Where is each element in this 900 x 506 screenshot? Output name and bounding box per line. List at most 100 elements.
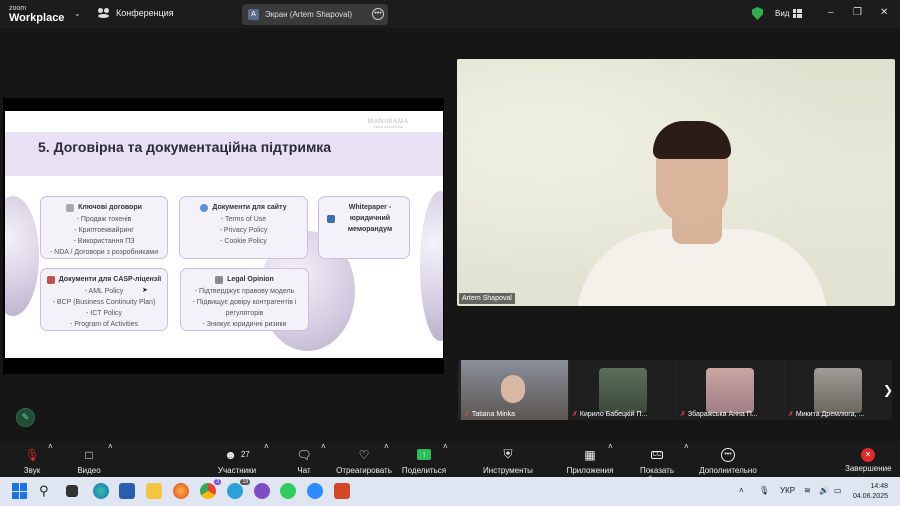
more-label: Дополнительно: [699, 466, 757, 475]
chevron-down-icon[interactable]: ⌄: [74, 9, 81, 18]
decor-shape: [420, 191, 443, 341]
card-item: - AML Policy: [84, 288, 124, 295]
more-button[interactable]: ••• Дополнительно: [699, 442, 757, 475]
chrome-icon[interactable]: 3: [200, 479, 221, 499]
apps-icon: ▦: [584, 447, 596, 462]
meeting-toolbar: 🎙 Звук ˄ □ Видео ˄ ☻ 27 Участники ˄ 🗨 Чат…: [0, 442, 900, 484]
participant-video: [814, 368, 862, 413]
card-item: - Privacy Policy: [219, 227, 268, 234]
react-options-chevron-icon[interactable]: ˄: [384, 442, 389, 451]
view-label: Вид: [775, 9, 790, 18]
video-button[interactable]: □ Видео: [73, 442, 105, 476]
mic-muted-icon: 🎙: [24, 447, 40, 462]
react-label: Отреагировать: [336, 466, 392, 475]
host-shield-icon: ⛨: [503, 447, 513, 461]
participants-options-chevron-icon[interactable]: ˄: [264, 442, 269, 451]
card-casp-license: Документи для CASP-ліцензії - AML Policy…: [40, 268, 168, 331]
task-view-icon[interactable]: [66, 485, 78, 497]
screen-share-indicator[interactable]: A Экран (Artem Shapoval) •••: [242, 4, 388, 25]
card-item: - Продаж токенів: [76, 216, 132, 223]
participant-name: Микита Дремлюга, ...: [795, 410, 865, 418]
card-item: - Підвищує довіру контрагентів і регулят…: [192, 299, 297, 317]
edge-icon[interactable]: [93, 483, 109, 499]
video-options-chevron-icon[interactable]: ˄: [108, 442, 113, 451]
end-label: Завершение: [845, 464, 892, 473]
card-item: - Використання ПЗ: [73, 238, 135, 245]
clock-time: 14:48: [870, 483, 888, 490]
apps-button[interactable]: ▦ Приложения: [566, 442, 614, 476]
microphone-tray-icon[interactable]: 🎙: [759, 486, 769, 495]
participant-tile[interactable]: ✗ Tatiana Minka: [461, 360, 568, 420]
powerpoint-icon[interactable]: [334, 483, 350, 499]
zoom-window: zoom Workplace ⌄ Конференция A Экран (Ar…: [0, 0, 900, 506]
logo-zoom-text: zoom: [9, 5, 27, 12]
battery-icon[interactable]: ▭: [834, 486, 842, 495]
apps-options-chevron-icon[interactable]: ˄: [608, 442, 613, 451]
participants-icon: ☻ 27: [224, 447, 250, 462]
more-icon: •••: [699, 446, 757, 463]
viber-icon[interactable]: [254, 483, 270, 499]
meeting-info[interactable]: Конференция: [98, 8, 174, 18]
presentation-slide: MANIMAMA LEGAL ASSISTANCE 5. Договірна т…: [5, 111, 443, 358]
chrome-badge: 3: [214, 479, 221, 485]
card-key-contracts: Ключові договори - Продаж токенів - Крип…: [40, 196, 168, 259]
participant-tile[interactable]: ✗ Кирило Бабецкій П...: [569, 360, 676, 420]
annotate-pen-icon[interactable]: ✎: [16, 408, 35, 427]
next-page-icon[interactable]: ❯: [883, 383, 893, 397]
card-item: - Криптоеквайринг: [74, 227, 134, 234]
system-clock[interactable]: 14:48 04.06.2025: [853, 482, 888, 502]
chat-button[interactable]: 🗨 Чат: [292, 442, 316, 476]
participants-label: Участники: [217, 466, 257, 475]
close-icon[interactable]: ✕: [880, 7, 888, 18]
security-shield-icon[interactable]: [752, 7, 763, 20]
participant-name: Tatiana Minka: [471, 410, 516, 418]
language-indicator[interactable]: УКР: [780, 486, 795, 495]
wifi-icon[interactable]: ≋: [804, 486, 811, 495]
chat-options-chevron-icon[interactable]: ˄: [321, 442, 326, 451]
speaker-video[interactable]: Artem Shapoval: [457, 59, 895, 306]
view-grid-icon: [793, 9, 803, 18]
telegram-icon[interactable]: 19: [227, 479, 250, 499]
search-icon[interactable]: ⚲: [39, 483, 55, 499]
share-button[interactable]: ↑ Поделиться: [401, 442, 447, 475]
participant-strip: ✗ Tatiana Minka ✗ Кирило Бабецкій П... ✗ Зб…: [458, 360, 892, 420]
participant-name: Кирило Бабецкій П...: [579, 410, 648, 418]
participants-icon: [98, 8, 110, 18]
participant-video: [599, 368, 647, 413]
captions-options-chevron-icon[interactable]: ˄: [684, 442, 689, 451]
participants-count: 27: [240, 450, 250, 459]
meeting-label: Конференция: [116, 8, 174, 18]
title-bar: zoom Workplace ⌄ Конференция A Экран (Ar…: [0, 0, 900, 28]
tray-expand-icon[interactable]: ˄: [739, 486, 744, 495]
zoom-logo[interactable]: zoom Workplace: [9, 5, 64, 24]
whatsapp-icon[interactable]: [280, 483, 296, 499]
minimize-icon[interactable]: –: [828, 7, 834, 18]
card-title: Whitepaper - юридичний меморандум: [347, 204, 393, 233]
word-icon[interactable]: [119, 483, 135, 499]
more-options-icon[interactable]: •••: [372, 8, 384, 20]
speaker-name-tag: Artem Shapoval: [459, 293, 515, 304]
volume-icon[interactable]: 🔊: [819, 486, 829, 495]
card-item: - BCP (Business Continuity Plan): [52, 299, 156, 306]
file-explorer-icon[interactable]: [146, 483, 162, 499]
end-meeting-button[interactable]: ✕ Завершение: [845, 442, 892, 473]
participant-tile[interactable]: ✗ Збаражська Анна П...: [677, 360, 784, 420]
decor-shape: [5, 196, 39, 316]
firefox-icon[interactable]: [173, 483, 189, 499]
zoom-taskbar-icon[interactable]: [307, 483, 323, 499]
audio-options-chevron-icon[interactable]: ˄: [48, 442, 53, 451]
shield-icon: [46, 275, 55, 284]
participants-button[interactable]: ☻ 27 Участники: [216, 442, 258, 476]
participant-tile[interactable]: ✗ Микита Дремлюга, ...: [785, 360, 892, 420]
apps-label: Приложения: [566, 466, 614, 475]
share-options-chevron-icon[interactable]: ˄: [443, 442, 448, 451]
participant-name: Збаражська Анна П...: [687, 410, 758, 418]
brand-logo: MANIMAMA LEGAL ASSISTANCE: [368, 119, 409, 129]
chat-icon: 🗨: [296, 447, 312, 462]
audio-button[interactable]: 🎙 Звук: [16, 442, 48, 476]
card-item: - Підтверджує правову модель: [194, 288, 295, 295]
windows-start-icon[interactable]: [12, 483, 28, 499]
document-icon: [66, 203, 75, 212]
view-button[interactable]: Вид: [775, 9, 803, 18]
restore-icon[interactable]: ❐: [853, 7, 862, 18]
